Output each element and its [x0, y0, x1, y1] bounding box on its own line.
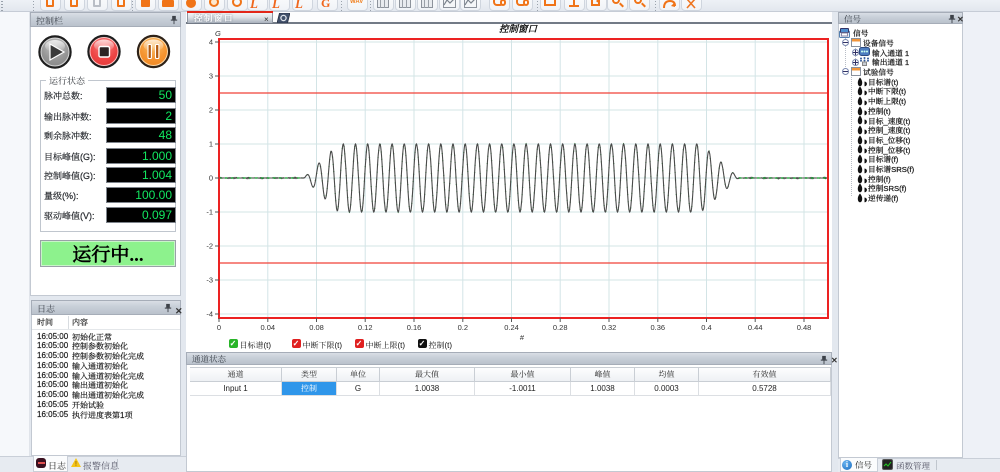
svg-text:0.48: 0.48 [797, 323, 812, 332]
svg-text:0.04: 0.04 [260, 323, 275, 332]
svg-text:G: G [215, 29, 221, 38]
svg-text:0.16: 0.16 [407, 323, 422, 332]
svg-text:控制窗口: 控制窗口 [499, 23, 539, 35]
svg-text:0.32: 0.32 [602, 323, 617, 332]
svg-text:0.08: 0.08 [309, 323, 324, 332]
svg-text:3: 3 [209, 72, 213, 81]
svg-text:1: 1 [209, 140, 213, 149]
svg-text:0.2: 0.2 [458, 323, 468, 332]
svg-text:0.36: 0.36 [650, 323, 665, 332]
svg-text:0: 0 [209, 174, 213, 183]
svg-text:2: 2 [209, 106, 213, 115]
svg-text:-1: -1 [206, 208, 213, 217]
svg-text:4: 4 [209, 38, 213, 47]
svg-text:0: 0 [217, 323, 221, 332]
svg-text:0.44: 0.44 [748, 323, 763, 332]
svg-text:#: # [520, 333, 525, 342]
svg-text:0.12: 0.12 [358, 323, 373, 332]
svg-text:0.4: 0.4 [701, 323, 711, 332]
svg-text:0.24: 0.24 [504, 323, 519, 332]
svg-text:-3: -3 [206, 276, 213, 285]
svg-text:-4: -4 [206, 310, 213, 319]
svg-text:0.28: 0.28 [553, 323, 568, 332]
svg-text:-2: -2 [206, 242, 213, 251]
